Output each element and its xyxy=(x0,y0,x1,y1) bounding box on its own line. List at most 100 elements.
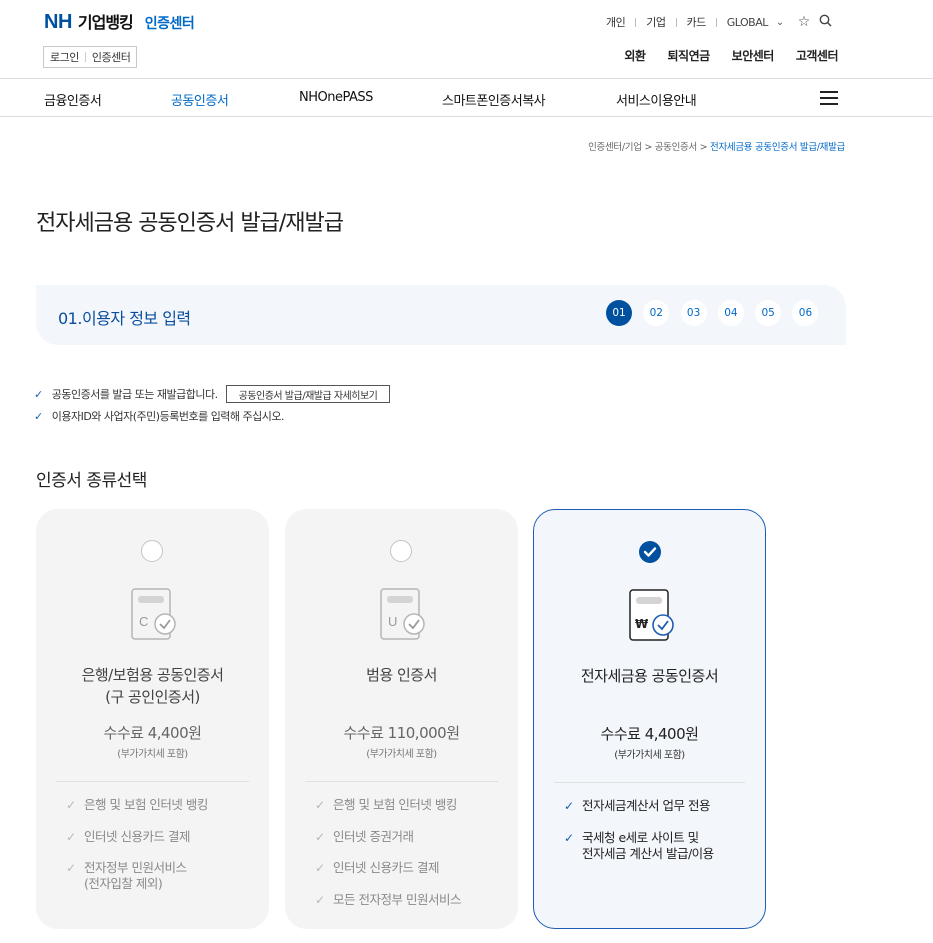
check-icon: ✓ xyxy=(66,829,76,844)
cert-card-e-tax[interactable]: ₩ 전자세금용 공동인증서 수수료 4,400원 (부가가치세 포함) ✓ 전자세… xyxy=(533,509,766,929)
step-06: 06 xyxy=(792,300,819,326)
divider xyxy=(635,17,637,27)
card-title: 은행/보험용 공동인증서 (구 공인인증서) xyxy=(36,664,269,708)
feature-item: ✓ 은행 및 보험 인터넷 뱅킹 xyxy=(315,797,510,813)
feature-item: ✓ 전자정부 민원서비스 (전자입찰 제외) xyxy=(66,860,261,892)
nav-joint-cert[interactable]: 공동인증서 xyxy=(171,90,229,109)
card-title-line2: (구 공인인증서) xyxy=(105,688,200,706)
top-header: NH 기업뱅킹 인증센터 로그인 인증센터 개인 기업 카드 GLOBAL ⌄ … xyxy=(0,0,933,79)
feature-item: ✓ 인터넷 증권거래 xyxy=(315,829,510,845)
check-icon: ✓ xyxy=(564,830,574,845)
card-title-line1: 전자세금용 공동인증서 xyxy=(580,667,719,685)
notes: ✓ 공동인증서를 발급 또는 재발급합니다. 공동인증서 발급/재발급 자세히보… xyxy=(34,383,391,427)
step-indicator: 01 02 03 04 05 06 xyxy=(606,300,830,326)
breadcrumb: 인증센터/기업 > 공동인증서 > 전자세금용 공동인증서 발급/재발급 xyxy=(588,139,845,153)
feature-list: ✓ 은행 및 보험 인터넷 뱅킹 ✓ 인터넷 신용카드 결제 ✓ 전자정부 민원서비스… xyxy=(66,797,261,908)
cert-center-link[interactable]: 인증센터 xyxy=(92,49,131,65)
radio-button-checked[interactable] xyxy=(639,541,661,563)
step-title: 01.이용자 정보 입력 xyxy=(58,309,191,328)
divider xyxy=(715,17,717,27)
service-menu-customer[interactable]: 고객센터 xyxy=(796,47,839,64)
nav-service-guide[interactable]: 서비스이용안내 xyxy=(616,90,697,109)
card-vat-note: (부가가치세 포함) xyxy=(366,749,437,760)
step-03: 03 xyxy=(680,300,707,326)
feature-item: ✓ 모든 전자정부 민원서비스 xyxy=(315,892,510,908)
card-title-line1: 은행/보험용 공동인증서 xyxy=(81,666,224,684)
check-icon: ✓ xyxy=(315,798,325,812)
card-vat-note: (부가가치세 포함) xyxy=(614,750,685,761)
feature-text: 인터넷 증권거래 xyxy=(333,828,414,844)
utility-links: 개인 기업 카드 GLOBAL ⌄ ☆ xyxy=(606,14,841,30)
check-icon: ✓ xyxy=(66,861,76,875)
feature-text: 국세청 e세로 사이트 및 전자세금 계산서 발급/이용 xyxy=(582,829,714,861)
note-text: 이용자ID와 사업자(주민)등록번호를 입력해 주십시오. xyxy=(51,410,285,423)
hamburger-menu-icon[interactable] xyxy=(820,91,838,105)
global-link[interactable]: GLOBAL xyxy=(727,16,769,29)
detail-view-button[interactable]: 공동인증서 발급/재발급 자세히보기 xyxy=(225,385,391,403)
step-bar: 01.이용자 정보 입력 01 02 03 04 05 06 xyxy=(36,285,846,345)
login-box: 로그인 인증센터 xyxy=(43,46,138,68)
login-link[interactable]: 로그인 xyxy=(50,49,79,65)
feature-item: ✓ 국세청 e세로 사이트 및 전자세금 계산서 발급/이용 xyxy=(564,830,759,862)
check-icon: ✓ xyxy=(34,409,43,423)
check-icon: ✓ xyxy=(315,829,325,844)
chevron-down-icon[interactable]: ⌄ xyxy=(776,17,784,28)
check-icon: ✓ xyxy=(34,387,43,401)
service-menu-security[interactable]: 보안센터 xyxy=(732,47,775,64)
service-menu-pension[interactable]: 퇴직연금 xyxy=(667,47,710,64)
cert-letter: ₩ xyxy=(635,617,649,631)
radio-button[interactable] xyxy=(141,540,163,562)
step-05: 05 xyxy=(755,300,782,326)
feature-item: ✓ 은행 및 보험 인터넷 뱅킹 xyxy=(66,797,261,813)
util-link-card[interactable]: 카드 xyxy=(687,14,707,30)
feature-list: ✓ 은행 및 보험 인터넷 뱅킹 ✓ 인터넷 증권거래 ✓ 인터넷 신용카드 결제 ✓… xyxy=(315,797,510,923)
card-title-line1: 범용 인증서 xyxy=(366,666,437,684)
feature-text: 인터넷 신용카드 결제 xyxy=(333,860,439,875)
feature-item: ✓ 전자세금계산서 업무 전용 xyxy=(564,798,759,814)
feature-text: 은행 및 보험 인터넷 뱅킹 xyxy=(84,797,208,812)
feature-item: ✓ 인터넷 신용카드 결제 xyxy=(66,829,261,845)
card-divider xyxy=(305,781,498,782)
star-icon[interactable]: ☆ xyxy=(798,15,811,29)
step-01: 01 xyxy=(606,300,632,326)
breadcrumb-path[interactable]: 인증센터/기업 > 공동인증서 > xyxy=(588,142,710,153)
logo-nh: NH xyxy=(44,11,72,33)
card-divider xyxy=(56,781,249,782)
util-link-personal[interactable]: 개인 xyxy=(606,14,626,30)
logo[interactable]: NH 기업뱅킹 인증센터 xyxy=(44,9,195,34)
radio-button[interactable] xyxy=(390,540,412,562)
step-02: 02 xyxy=(643,300,670,326)
cert-card-general-purpose[interactable]: U 범용 인증서 수수료 110,000원 (부가가치세 포함) ✓ 은행 및 보… xyxy=(285,509,518,929)
cert-letter: U xyxy=(388,614,397,629)
check-icon: ✓ xyxy=(315,892,325,907)
logo-cert-center: 인증센터 xyxy=(144,16,195,32)
note-item: ✓ 이용자ID와 사업자(주민)등록번호를 입력해 주십시오. xyxy=(34,405,390,427)
certificate-icon: ₩ xyxy=(629,589,674,641)
divider xyxy=(675,17,677,27)
nav-financial-cert[interactable]: 금융인증서 xyxy=(44,90,102,109)
section-title: 인증서 종류선택 xyxy=(36,471,147,491)
logo-bank-name: 기업뱅킹 xyxy=(77,13,134,32)
card-divider xyxy=(554,782,745,783)
nav-smartphone-cert-copy[interactable]: 스마트폰인증서복사 xyxy=(442,90,546,109)
note-item: ✓ 공동인증서를 발급 또는 재발급합니다. 공동인증서 발급/재발급 자세히보… xyxy=(34,383,391,405)
check-icon: ✓ xyxy=(315,861,325,875)
divider xyxy=(84,52,86,62)
check-icon: ✓ xyxy=(66,798,76,812)
service-menu-forex[interactable]: 외환 xyxy=(624,47,646,64)
card-title: 전자세금용 공동인증서 xyxy=(534,665,765,687)
util-link-business[interactable]: 기업 xyxy=(646,14,666,30)
note-text: 공동인증서를 발급 또는 재발급합니다. xyxy=(51,388,218,401)
step-04: 04 xyxy=(717,300,744,326)
nav-nhonepass[interactable]: NHOnePASS xyxy=(299,90,373,105)
cert-card-bank-insurance[interactable]: C 은행/보험용 공동인증서 (구 공인인증서) 수수료 4,400원 (부가가… xyxy=(36,509,269,929)
feature-list: ✓ 전자세금계산서 업무 전용 ✓ 국세청 e세로 사이트 및 전자세금 계산서 발… xyxy=(564,798,759,877)
certificate-icon: C xyxy=(131,588,176,640)
card-vat-note: (부가가치세 포함) xyxy=(117,749,188,760)
feature-text: 전자세금계산서 업무 전용 xyxy=(582,798,710,813)
cert-letter: C xyxy=(139,614,148,629)
card-title: 범용 인증서 xyxy=(285,664,518,686)
feature-text: 전자정부 민원서비스 (전자입찰 제외) xyxy=(84,860,187,891)
search-icon[interactable] xyxy=(819,14,832,30)
breadcrumb-current: 전자세금용 공동인증서 발급/재발급 xyxy=(710,142,845,153)
